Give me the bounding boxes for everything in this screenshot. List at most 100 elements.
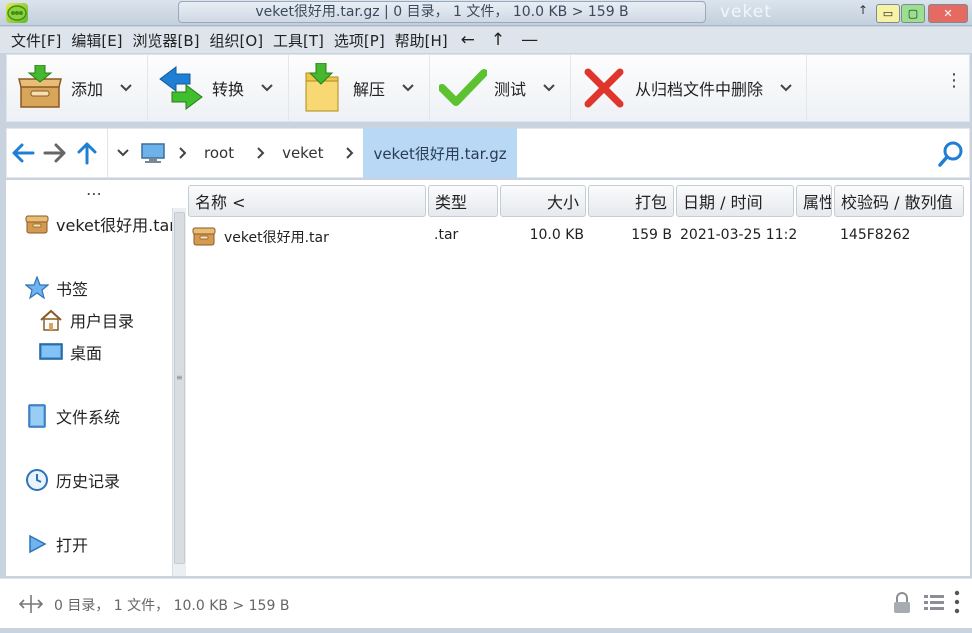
delete-from-archive-button[interactable]: 从归档文件中删除 bbox=[571, 55, 807, 121]
delete-label: 从归档文件中删除 bbox=[635, 80, 764, 99]
extract-button[interactable]: 解压 bbox=[289, 55, 430, 121]
column-header-name[interactable]: 名称 < bbox=[188, 185, 426, 217]
status-more-button[interactable] bbox=[954, 589, 960, 619]
play-triangle-icon bbox=[24, 532, 50, 556]
menu-browser[interactable]: 浏览器[B] bbox=[128, 30, 205, 51]
home-icon bbox=[38, 308, 64, 332]
menu-back-arrow[interactable]: ← bbox=[453, 30, 483, 50]
sidebar-item-label: 打开 bbox=[56, 536, 89, 555]
pea-pod-icon bbox=[6, 3, 28, 23]
sidebar-item-label: 文件系统 bbox=[56, 408, 121, 427]
menu-file[interactable]: 文件[F] bbox=[6, 30, 66, 51]
sidebar-item-archive[interactable]: veket很好用.tar bbox=[24, 212, 172, 236]
sidebar-dots[interactable]: ⋯ bbox=[86, 184, 104, 203]
sidebar-item-label: 用户目录 bbox=[70, 312, 135, 331]
menu-help[interactable]: 帮助[H] bbox=[390, 30, 453, 51]
sidebar: ⋯ veket很好用.tar 书签 用户目录 桌面 文件系统 历史记录 打开 bbox=[6, 180, 172, 576]
chevron-down-icon[interactable] bbox=[542, 81, 556, 95]
menu-tools[interactable]: 工具[T] bbox=[268, 30, 329, 51]
sidebar-item-label: veket很好用.tar bbox=[56, 216, 172, 235]
list-view-icon[interactable] bbox=[922, 591, 946, 619]
add-label: 添加 bbox=[71, 80, 104, 99]
toolbar-more-button[interactable]: ⋮ bbox=[945, 72, 963, 90]
sidebar-item-label: 历史记录 bbox=[56, 472, 121, 491]
chevron-down-icon[interactable] bbox=[112, 149, 134, 157]
chevron-down-icon[interactable] bbox=[119, 81, 133, 95]
status-bar: 0 目录， 1 文件， 10.0 KB > 159 B bbox=[0, 578, 972, 628]
sidebar-item-history[interactable]: 历史记录 bbox=[24, 468, 120, 492]
pin-button[interactable]: ↑ bbox=[858, 3, 868, 17]
sidebar-item-desktop[interactable]: 桌面 bbox=[38, 340, 102, 364]
column-header-type[interactable]: 类型 bbox=[428, 185, 498, 217]
breadcrumb-veket[interactable]: veket bbox=[268, 128, 343, 178]
add-archive-icon bbox=[15, 63, 65, 113]
menu-organize[interactable]: 组织[O] bbox=[205, 30, 269, 51]
test-button[interactable]: 测试 bbox=[430, 55, 571, 121]
sidebar-item-open[interactable]: 打开 bbox=[24, 532, 88, 556]
table-row[interactable]: veket很好用.tar .tar 10.0 KB 159 B 2021-03-… bbox=[188, 224, 970, 248]
forward-arrow-icon[interactable] bbox=[39, 133, 71, 173]
column-header-checksum[interactable]: 校验码 / 散列值 bbox=[834, 185, 964, 217]
search-icon[interactable] bbox=[937, 140, 965, 172]
convert-button[interactable]: 转换 bbox=[148, 55, 289, 121]
close-button[interactable]: ✕ bbox=[928, 4, 968, 23]
file-size: 10.0 KB bbox=[529, 227, 584, 243]
window-brand: veket bbox=[720, 2, 772, 22]
file-packed-size: 159 B bbox=[631, 227, 672, 243]
main-panel: ⋯ veket很好用.tar 书签 用户目录 桌面 文件系统 历史记录 打开 ≡… bbox=[6, 180, 970, 576]
back-arrow-icon[interactable] bbox=[7, 133, 39, 173]
address-divider bbox=[107, 128, 108, 178]
menu-edit[interactable]: 编辑[E] bbox=[66, 30, 127, 51]
sidebar-item-home[interactable]: 用户目录 bbox=[38, 308, 134, 332]
menu-dash[interactable]: — bbox=[513, 30, 546, 50]
computer-icon[interactable] bbox=[134, 128, 176, 178]
column-header-packed[interactable]: 打包 bbox=[588, 185, 674, 217]
column-header-date[interactable]: 日期 / 时间 bbox=[676, 185, 794, 217]
chevron-right-icon bbox=[343, 147, 357, 159]
toolbar: 添加 转换 解压 测试 从归档文件中删除 ⋮ bbox=[6, 54, 970, 122]
file-name: veket很好用.tar bbox=[224, 230, 329, 246]
sidebar-item-label: 桌面 bbox=[70, 344, 103, 363]
checkmark-icon bbox=[438, 63, 488, 113]
title-bar: veket很好用.tar.gz | 0 目录， 1 文件， 10.0 KB > … bbox=[0, 0, 972, 26]
status-text: 0 目录， 1 文件， 10.0 KB > 159 B bbox=[54, 598, 290, 614]
column-header-size[interactable]: 大小 bbox=[500, 185, 586, 217]
maximize-button[interactable]: ▢ bbox=[901, 4, 925, 23]
address-bar: root veket veket很好用.tar.gz bbox=[6, 128, 970, 178]
sidebar-item-filesystem[interactable]: 文件系统 bbox=[24, 404, 120, 428]
sidebar-scrollbar[interactable]: ≡ bbox=[172, 208, 186, 576]
minimize-button[interactable]: ▭ bbox=[876, 4, 900, 23]
chevron-down-icon[interactable] bbox=[260, 81, 274, 95]
menu-up-arrow[interactable]: ↑ bbox=[483, 30, 513, 50]
file-checksum: 145F8262 bbox=[840, 227, 911, 243]
star-icon bbox=[24, 276, 50, 300]
chevron-right-icon bbox=[254, 147, 268, 159]
up-arrow-icon[interactable] bbox=[71, 133, 103, 173]
extract-folder-icon bbox=[297, 63, 347, 113]
window-title: veket很好用.tar.gz | 0 目录， 1 文件， 10.0 KB > … bbox=[178, 1, 706, 23]
chevron-down-icon[interactable] bbox=[779, 81, 793, 95]
test-label: 测试 bbox=[494, 80, 527, 99]
add-button[interactable]: 添加 bbox=[7, 55, 148, 121]
breadcrumb-archive[interactable]: veket很好用.tar.gz bbox=[363, 128, 517, 178]
scrollbar-thumb[interactable] bbox=[174, 212, 185, 564]
window-bottom-edge bbox=[0, 628, 972, 633]
menu-options[interactable]: 选项[P] bbox=[329, 30, 390, 51]
scrollbar-grip: ≡ bbox=[176, 373, 183, 382]
resize-arrows-icon[interactable] bbox=[18, 593, 44, 619]
file-list: 名称 < 类型 大小 打包 日期 / 时间 属性 校验码 / 散列值 veket… bbox=[188, 180, 970, 576]
column-header-attributes[interactable]: 属性 bbox=[796, 185, 832, 217]
desktop-icon bbox=[38, 340, 64, 364]
breadcrumb-root[interactable]: root bbox=[190, 128, 254, 178]
delete-x-icon bbox=[579, 63, 629, 113]
lock-icon[interactable] bbox=[892, 591, 912, 619]
file-type: .tar bbox=[434, 227, 459, 243]
archive-box-icon bbox=[24, 212, 50, 236]
sidebar-item-label: 书签 bbox=[56, 280, 89, 299]
clock-icon bbox=[24, 468, 50, 492]
sidebar-item-bookmarks[interactable]: 书签 bbox=[24, 276, 88, 300]
chevron-down-icon[interactable] bbox=[401, 81, 415, 95]
chevron-right-icon bbox=[176, 147, 190, 159]
drive-icon bbox=[24, 404, 50, 428]
convert-label: 转换 bbox=[212, 80, 245, 99]
